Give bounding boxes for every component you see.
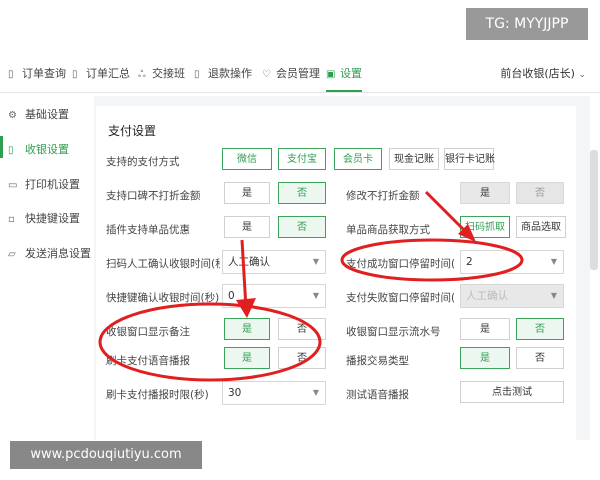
card-voice-yes[interactable]: 是 [224, 347, 270, 369]
sidebar-item-shortcut[interactable]: ▫ 快捷键设置 [8, 210, 80, 226]
printer-icon: ▭ [8, 180, 18, 191]
member-icon: ♡ [262, 69, 271, 80]
modify-no-discount-label: 修改不打折金额 [346, 190, 420, 202]
scan-confirm-select[interactable]: 人工确认 ▼ [222, 250, 326, 274]
card-voice-label: 刷卡支付语音播报 [106, 355, 190, 367]
plugin-discount-label: 插件支持单品优惠 [106, 224, 190, 236]
plugin-discount-no[interactable]: 否 [278, 216, 326, 238]
show-remark-yes[interactable]: 是 [224, 318, 270, 340]
watermark-top: TG: MYYJJPP [466, 8, 588, 40]
sidebar-item-cashier[interactable]: ▯ 收银设置 [8, 141, 69, 157]
keyboard-icon: ▫ [8, 214, 15, 225]
refund-icon: ▯ [194, 69, 200, 80]
chevron-down-icon: ⌄ [578, 70, 586, 80]
nav-refund[interactable]: ▯ 退款操作 [194, 58, 252, 90]
shortcut-confirm-select[interactable]: 0 ▼ [222, 284, 326, 308]
single-item-select[interactable]: 商品选取 [516, 216, 566, 238]
test-voice-label: 测试语音播报 [346, 389, 409, 401]
gear-icon: ⚙ [8, 110, 17, 121]
show-remark-no[interactable]: 否 [278, 318, 326, 340]
pay-method-wechat[interactable]: 微信 [222, 148, 272, 170]
chevron-down-icon: ▼ [312, 257, 319, 266]
pay-method-bank-card[interactable]: 银行卡记账 [444, 148, 495, 170]
success-stay-select[interactable]: 2 ▼ [460, 250, 564, 274]
modify-no-discount-no[interactable]: 否 [516, 182, 564, 204]
pay-method-alipay[interactable]: 支付宝 [278, 148, 326, 170]
chevron-down-icon: ▼ [312, 291, 319, 300]
trade-type-yes[interactable]: 是 [460, 347, 510, 369]
show-serial-label: 收银窗口显示流水号 [346, 326, 441, 338]
message-icon: ▱ [8, 249, 16, 260]
no-discount-amount-label: 支持口碑不打折金额 [106, 190, 201, 202]
settings-icon: ▣ [326, 69, 336, 80]
test-voice-button[interactable]: 点击测试 [460, 381, 564, 403]
trade-type-label: 播报交易类型 [346, 355, 409, 367]
handover-icon: ஃ [138, 69, 146, 80]
single-item-label: 单品商品获取方式 [346, 224, 430, 236]
pay-method-cash[interactable]: 现金记账 [389, 148, 439, 170]
success-stay-label: 支付成功窗口停留时间(秒) [346, 258, 454, 270]
show-remark-label: 收银窗口显示备注 [106, 326, 190, 338]
doc-icon: ▯ [72, 69, 78, 80]
doc-icon: ▯ [8, 69, 14, 80]
top-nav: ▯ 订单查询 ▯ 订单汇总 ஃ 交接班 ▯ 退款操作 ♡ 会员管理 ▣ 设置 前台收银(店长… [0, 58, 600, 93]
plugin-discount-yes[interactable]: 是 [224, 216, 270, 238]
no-discount-no[interactable]: 否 [278, 182, 326, 204]
show-serial-yes[interactable]: 是 [460, 318, 510, 340]
shortcut-confirm-label: 快捷键确认收银时间(秒) [106, 292, 220, 304]
card-timeout-select[interactable]: 30 ▼ [222, 381, 326, 405]
sidebar-item-printer[interactable]: ▭ 打印机设置 [8, 176, 80, 192]
nav-order-query[interactable]: ▯ 订单查询 [8, 58, 66, 90]
nav-handover[interactable]: ஃ 交接班 [138, 58, 185, 90]
card-timeout-label: 刷卡支付播报时限(秒) [106, 389, 209, 401]
modify-no-discount-yes[interactable]: 是 [460, 182, 510, 204]
fail-stay-select[interactable]: 人工确认 ▼ [460, 284, 564, 308]
nav-order-summary[interactable]: ▯ 订单汇总 [72, 58, 130, 90]
scan-confirm-label: 扫码人工确认收银时间(秒) [106, 258, 220, 270]
user-menu[interactable]: 前台收银(店长) ⌄ [500, 58, 586, 90]
show-serial-no[interactable]: 否 [516, 318, 564, 340]
chevron-down-icon: ▼ [550, 291, 557, 300]
no-discount-yes[interactable]: 是 [224, 182, 270, 204]
pay-methods-label: 支持的支付方式 [106, 156, 180, 168]
trade-type-no[interactable]: 否 [516, 347, 564, 369]
sidebar-active-indicator [0, 136, 3, 158]
cashier-icon: ▯ [8, 145, 14, 156]
chevron-down-icon: ▼ [550, 257, 557, 266]
single-item-scan[interactable]: 扫码抓取 [460, 216, 510, 238]
watermark-bottom: www.pcdouqiutiyu.com [10, 441, 202, 469]
sidebar-item-message[interactable]: ▱ 发送消息设置 [8, 245, 91, 261]
card-voice-no[interactable]: 否 [278, 347, 326, 369]
nav-settings[interactable]: ▣ 设置 [326, 58, 362, 92]
chevron-down-icon: ▼ [312, 388, 319, 397]
sidebar-item-basic[interactable]: ⚙ 基础设置 [8, 106, 69, 122]
scrollbar[interactable] [590, 150, 598, 270]
nav-member[interactable]: ♡ 会员管理 [262, 58, 320, 90]
pay-method-member-card[interactable]: 会员卡 [334, 148, 382, 170]
fail-stay-label: 支付失败窗口停留时间(秒) [346, 292, 454, 304]
section-title: 支付设置 [108, 124, 157, 138]
